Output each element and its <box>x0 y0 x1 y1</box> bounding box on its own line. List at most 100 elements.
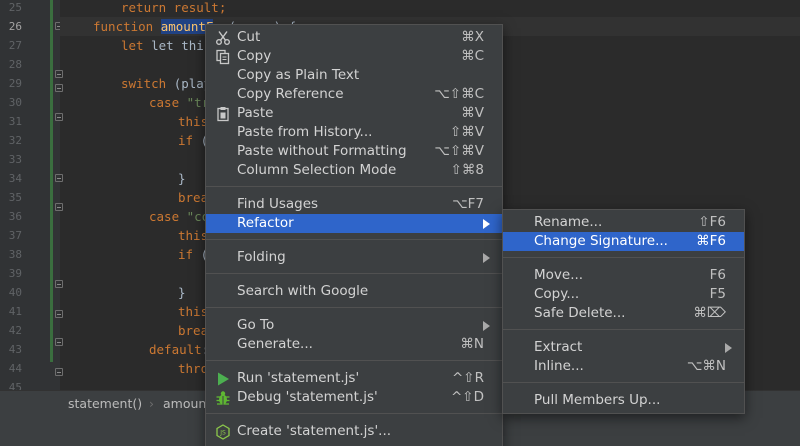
submenu-arrow-icon <box>483 253 490 263</box>
menu-item-rename[interactable]: Rename... ⇧F6 <box>503 213 744 232</box>
menu-item-label: Copy Reference <box>237 86 344 102</box>
menu-item-shortcut: ⌥⇧⌘V <box>434 143 484 159</box>
menu-item-label: Folding <box>237 249 286 265</box>
line-number: 33 <box>8 153 22 166</box>
fold-toggle-icon[interactable] <box>55 310 63 318</box>
menu-item-change-signature[interactable]: Change Signature... ⌘F6 <box>503 232 744 251</box>
code-token: this <box>178 304 209 319</box>
context-menu: Cut ⌘X Copy ⌘C Copy as Plain Text Copy R… <box>205 24 503 446</box>
fold-toggle-icon[interactable] <box>55 338 63 346</box>
code-token: case <box>149 95 187 110</box>
breadcrumb-item[interactable]: statement() <box>68 396 142 411</box>
menu-item-paste-without-formatting[interactable]: Paste without Formatting ⌥⇧⌘V <box>206 142 502 161</box>
code-line: case "tr <box>149 93 209 112</box>
submenu-arrow-icon <box>483 219 490 229</box>
menu-item-run[interactable]: Run 'statement.js' ^⇧R <box>206 369 502 388</box>
menu-separator <box>206 239 502 240</box>
menu-item-label: Extract <box>534 339 583 355</box>
code-line: if ( <box>178 245 208 264</box>
menu-item-label: Rename... <box>534 214 603 230</box>
menu-item-shortcut: ⇧⌘V <box>449 124 484 140</box>
line-number: 32 <box>8 134 22 147</box>
menu-separator <box>206 186 502 187</box>
menu-item-pull-members-up[interactable]: Pull Members Up... <box>503 391 744 410</box>
menu-item-label: Debug 'statement.js' <box>237 389 378 405</box>
fold-toggle-icon[interactable] <box>55 174 63 182</box>
code-line: return result; <box>121 0 226 17</box>
menu-item-shortcut: ⌥⇧⌘C <box>434 86 484 102</box>
menu-item-label: Paste <box>237 105 274 121</box>
line-number: 34 <box>8 172 22 185</box>
menu-item-create-configuration[interactable]: JS Create 'statement.js'... <box>206 422 502 441</box>
menu-item-shortcut: ⌘C <box>461 48 484 64</box>
scissors-icon <box>216 31 230 45</box>
menu-separator <box>503 382 744 383</box>
menu-item-cut[interactable]: Cut ⌘X <box>206 28 502 47</box>
code-token: brea <box>178 190 209 205</box>
menu-item-shortcut: ^⇧R <box>451 370 484 386</box>
menu-item-label: Refactor <box>237 215 294 231</box>
code-token: function <box>93 19 161 34</box>
menu-item-debug[interactable]: Debug 'statement.js' ^⇧D <box>206 388 502 407</box>
menu-item-go-to[interactable]: Go To <box>206 316 502 335</box>
menu-item-label: Find Usages <box>237 196 319 212</box>
fold-toggle-icon[interactable] <box>55 280 63 288</box>
fold-toggle-icon[interactable] <box>55 203 63 211</box>
line-number: 41 <box>8 305 22 318</box>
menu-item-paste[interactable]: Paste ⌘V <box>206 104 502 123</box>
menu-item-extract[interactable]: Extract <box>503 338 744 357</box>
menu-item-label: Copy... <box>534 286 580 302</box>
menu-item-label: Inline... <box>534 358 584 374</box>
nodejs-icon: JS <box>216 424 230 440</box>
menu-item-label: Create 'statement.js'... <box>237 423 392 439</box>
code-token: } <box>178 171 186 186</box>
code-line: switch (play <box>121 74 211 93</box>
menu-item-shortcut: ⌥⌘N <box>686 358 726 374</box>
fold-toggle-icon[interactable] <box>55 368 63 376</box>
menu-item-shortcut: ⌘X <box>461 29 484 45</box>
menu-item-safe-delete[interactable]: Safe Delete... ⌘⌦ <box>503 304 744 323</box>
menu-item-copy-refactor[interactable]: Copy... F5 <box>503 285 744 304</box>
copy-icon <box>216 49 230 65</box>
menu-item-copy-plain-text[interactable]: Copy as Plain Text <box>206 66 502 85</box>
run-icon <box>218 372 229 386</box>
menu-separator <box>206 413 502 414</box>
menu-item-label: Paste from History... <box>237 124 373 140</box>
menu-item-label: Copy <box>237 48 272 64</box>
line-number: 44 <box>8 362 22 375</box>
menu-item-copy[interactable]: Copy ⌘C <box>206 47 502 66</box>
menu-item-paste-from-history[interactable]: Paste from History... ⇧⌘V <box>206 123 502 142</box>
menu-item-inline[interactable]: Inline... ⌥⌘N <box>503 357 744 376</box>
line-number: 39 <box>8 267 22 280</box>
breadcrumb-separator: › <box>149 396 154 411</box>
menu-item-find-usages[interactable]: Find Usages ⌥F7 <box>206 195 502 214</box>
line-number: 31 <box>8 115 22 128</box>
menu-item-column-selection-mode[interactable]: Column Selection Mode ⇧⌘8 <box>206 161 502 180</box>
fold-toggle-icon[interactable] <box>55 70 63 78</box>
menu-item-search-with-google[interactable]: Search with Google <box>206 282 502 301</box>
fold-toggle-icon[interactable] <box>55 84 63 92</box>
line-number: 37 <box>8 229 22 242</box>
breadcrumb-item[interactable]: amoun <box>163 396 206 411</box>
menu-separator <box>503 329 744 330</box>
code-line: this <box>178 112 208 131</box>
code-line: case "co <box>149 207 209 226</box>
menu-item-generate[interactable]: Generate... ⌘N <box>206 335 502 354</box>
menu-item-label: Safe Delete... <box>534 305 626 321</box>
line-number: 30 <box>8 96 22 109</box>
menu-item-copy-reference[interactable]: Copy Reference ⌥⇧⌘C <box>206 85 502 104</box>
line-number: 25 <box>8 1 22 14</box>
menu-item-shortcut: ⌘N <box>460 336 484 352</box>
submenu-arrow-icon <box>483 321 490 331</box>
line-number: 35 <box>8 191 22 204</box>
menu-item-move[interactable]: Move... F6 <box>503 266 744 285</box>
line-number: 43 <box>8 343 22 356</box>
svg-text:JS: JS <box>219 430 226 437</box>
menu-item-label: Pull Members Up... <box>534 392 661 408</box>
vcs-change-marker <box>50 0 53 362</box>
fold-toggle-icon[interactable] <box>55 113 63 121</box>
menu-item-shortcut: ⌥F7 <box>452 196 484 212</box>
menu-item-refactor[interactable]: Refactor <box>206 214 502 233</box>
menu-item-folding[interactable]: Folding <box>206 248 502 267</box>
code-token: thro <box>178 361 209 376</box>
